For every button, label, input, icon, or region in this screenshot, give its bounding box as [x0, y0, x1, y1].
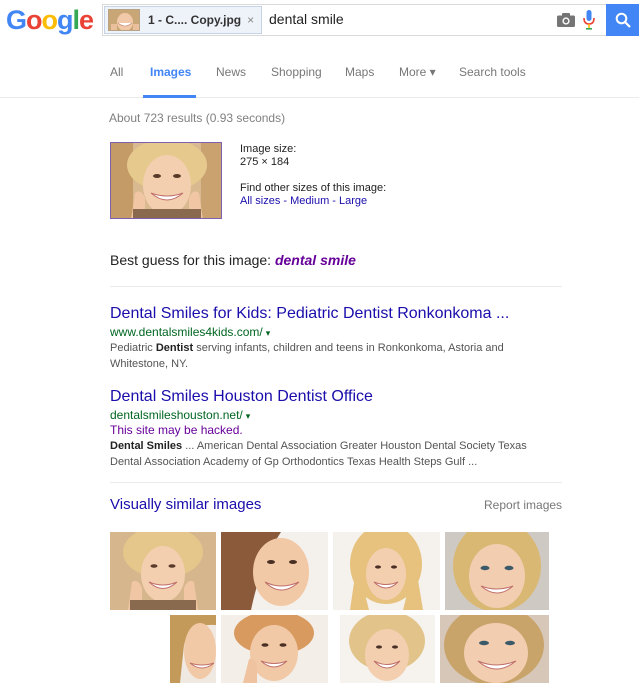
medium-size-link[interactable]: Medium	[290, 195, 329, 207]
best-guess-label: Best guess for this image:	[110, 252, 272, 268]
similar-image[interactable]	[221, 532, 328, 610]
logo-letter: e	[79, 5, 94, 35]
divider	[110, 482, 562, 483]
divider	[110, 286, 562, 287]
microphone-icon[interactable]	[583, 10, 595, 30]
similar-image[interactable]	[333, 532, 440, 610]
logo-letter: o	[41, 5, 58, 35]
tab-maps[interactable]: Maps	[345, 65, 374, 79]
result-url-text: www.dentalsmiles4kids.com/	[110, 325, 263, 339]
similar-image[interactable]	[340, 615, 435, 683]
search-query-text[interactable]: dental smile	[269, 11, 344, 27]
url-dropdown-icon[interactable]: ▾	[266, 328, 271, 338]
large-size-link[interactable]: Large	[339, 195, 367, 207]
result-stats: About 723 results (0.93 seconds)	[109, 111, 286, 125]
tab-search-tools[interactable]: Search tools	[459, 65, 526, 79]
result-title-link[interactable]: Dental Smiles for Kids: Pediatric Dentis…	[110, 305, 540, 323]
search-result: Dental Smiles Houston Dentist Office den…	[110, 388, 540, 470]
url-dropdown-icon[interactable]: ▾	[246, 411, 251, 421]
other-sizes-label: Find other sizes of this image:	[240, 182, 387, 194]
link-separator: -	[280, 195, 291, 207]
visually-similar-heading[interactable]: Visually similar images	[110, 496, 261, 513]
similar-image[interactable]	[440, 615, 549, 683]
result-snippet: Dental Smiles ... American Dental Associ…	[110, 438, 540, 470]
search-tabs: All Images News Shopping Maps More ▾ Sea…	[0, 44, 639, 98]
logo-letter: G	[6, 5, 27, 35]
tab-more[interactable]: More ▾	[399, 65, 436, 79]
tab-news[interactable]: News	[216, 65, 246, 79]
tab-shopping[interactable]: Shopping	[271, 65, 322, 79]
image-size-value: 275 × 184	[240, 156, 290, 168]
search-icon	[615, 12, 631, 28]
google-logo[interactable]: Google	[6, 5, 94, 36]
logo-letter: g	[57, 5, 73, 35]
chip-thumbnail	[108, 9, 140, 31]
result-url-text: dentalsmileshouston.net/	[110, 408, 243, 422]
hacked-warning-link[interactable]: This site may be hacked.	[110, 423, 540, 437]
similar-image[interactable]	[445, 532, 549, 610]
size-links: All sizes - Medium - Large	[240, 195, 386, 208]
chip-close-icon[interactable]: ×	[247, 13, 254, 27]
snippet-bold: Dentist	[155, 342, 194, 354]
snippet-text: Pediatric	[110, 342, 156, 354]
logo-letter: o	[26, 5, 42, 35]
similar-image[interactable]	[170, 615, 216, 683]
image-size-label: Image size:	[240, 143, 297, 155]
search-result: Dental Smiles for Kids: Pediatric Dentis…	[110, 305, 540, 372]
best-guess: Best guess for this image: dental smile	[110, 252, 356, 268]
all-sizes-link[interactable]: All sizes	[240, 195, 280, 207]
image-info: Image size: 275 × 184 Find other sizes o…	[240, 143, 386, 208]
best-guess-link[interactable]: dental smile	[275, 252, 356, 268]
result-url: dentalsmileshouston.net/▾	[110, 408, 540, 422]
report-images-link[interactable]: Report images	[484, 498, 562, 512]
active-tab-indicator	[143, 95, 196, 98]
header-bar: Google 1 - C.... Copy.jpg × dental smile	[0, 0, 639, 44]
search-button[interactable]	[606, 4, 639, 36]
uploaded-image-chip[interactable]: 1 - C.... Copy.jpg ×	[104, 6, 262, 34]
result-title-link[interactable]: Dental Smiles Houston Dentist Office	[110, 388, 540, 406]
query-image-thumbnail[interactable]	[110, 142, 222, 219]
tab-all[interactable]: All	[110, 65, 123, 79]
camera-icon[interactable]	[557, 13, 575, 27]
link-separator: -	[329, 195, 340, 207]
tab-images[interactable]: Images	[150, 65, 191, 79]
search-box[interactable]: 1 - C.... Copy.jpg × dental smile	[102, 4, 606, 36]
similar-image[interactable]	[221, 615, 328, 683]
chip-filename: 1 - C.... Copy.jpg	[148, 13, 242, 27]
similar-image[interactable]	[110, 532, 216, 610]
result-snippet: Pediatric Dentist serving infants, child…	[110, 340, 540, 372]
result-url: www.dentalsmiles4kids.com/▾	[110, 325, 540, 339]
snippet-bold: Dental Smiles	[110, 440, 183, 452]
